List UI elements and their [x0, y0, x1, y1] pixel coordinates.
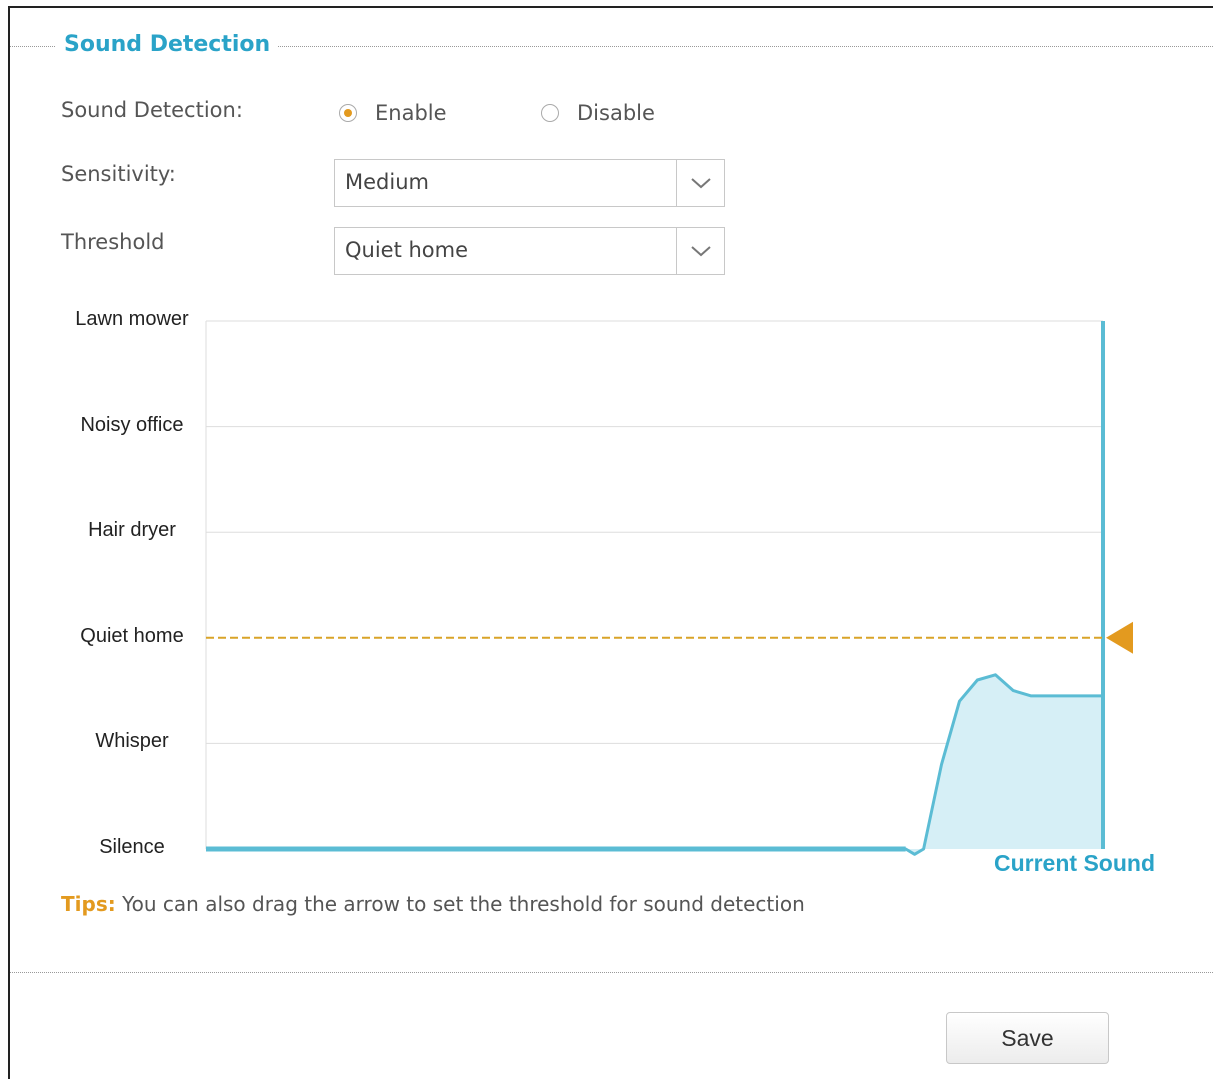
sound-level-chart [205, 320, 1133, 856]
current-sound-label: Current Sound [994, 850, 1155, 876]
save-button[interactable]: Save [946, 1012, 1109, 1064]
tips-body: You can also drag the arrow to set the t… [115, 892, 805, 916]
tips-text: Tips: You can also drag the arrow to set… [61, 892, 805, 916]
current-sound-area [206, 674, 1103, 855]
threshold-arrow-icon[interactable] [1106, 621, 1133, 654]
tips-key: Tips: [61, 892, 116, 916]
footer-divider [10, 972, 1213, 973]
